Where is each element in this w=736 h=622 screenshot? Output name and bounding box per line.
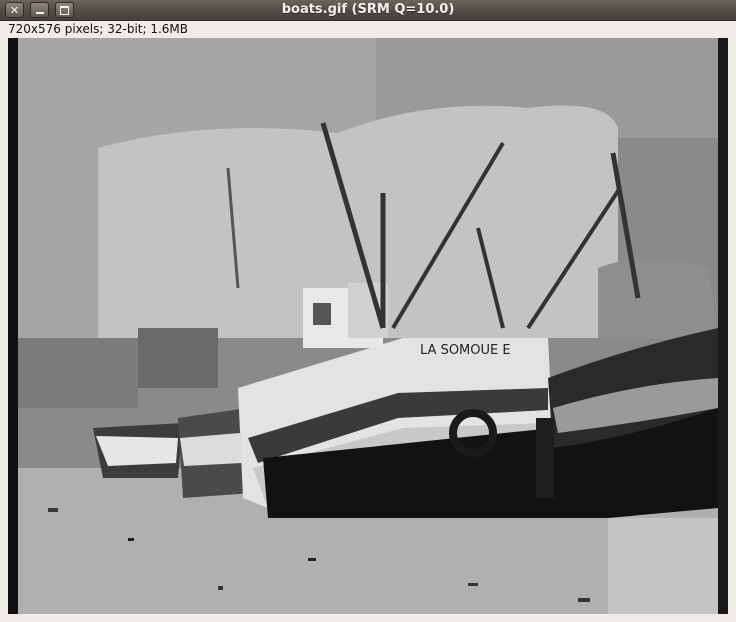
image-info-text: 720x576 pixels; 32-bit; 1.6MB	[8, 22, 189, 36]
sky-right-dark	[598, 258, 718, 338]
title-bar[interactable]: ✕ boats.gif (SRM Q=10.0)	[0, 0, 736, 21]
ground-speck	[48, 508, 58, 512]
background-building	[138, 328, 218, 388]
segmented-image: LA SOMOUE E	[8, 38, 728, 614]
ground-speck	[128, 538, 134, 541]
right-border	[718, 38, 728, 614]
ground-right	[608, 518, 718, 614]
image-canvas[interactable]: LA SOMOUE E	[8, 38, 728, 614]
ground-speck	[468, 583, 478, 586]
boat-name-text: LA SOMOUE E	[420, 343, 511, 358]
ground-speck	[578, 598, 590, 602]
ground-speck	[308, 558, 316, 561]
cabin-window	[313, 303, 331, 325]
imagej-image-window: ✕ boats.gif (SRM Q=10.0) 720x576 pixels;…	[0, 0, 736, 622]
small-boat-stripe	[96, 436, 178, 466]
harbor-wall	[18, 338, 138, 408]
ground-speck	[218, 586, 223, 590]
window-title: boats.gif (SRM Q=10.0)	[281, 2, 455, 17]
left-border	[8, 38, 18, 614]
middle-boat-stripe	[180, 433, 242, 466]
person-figure	[536, 418, 554, 498]
